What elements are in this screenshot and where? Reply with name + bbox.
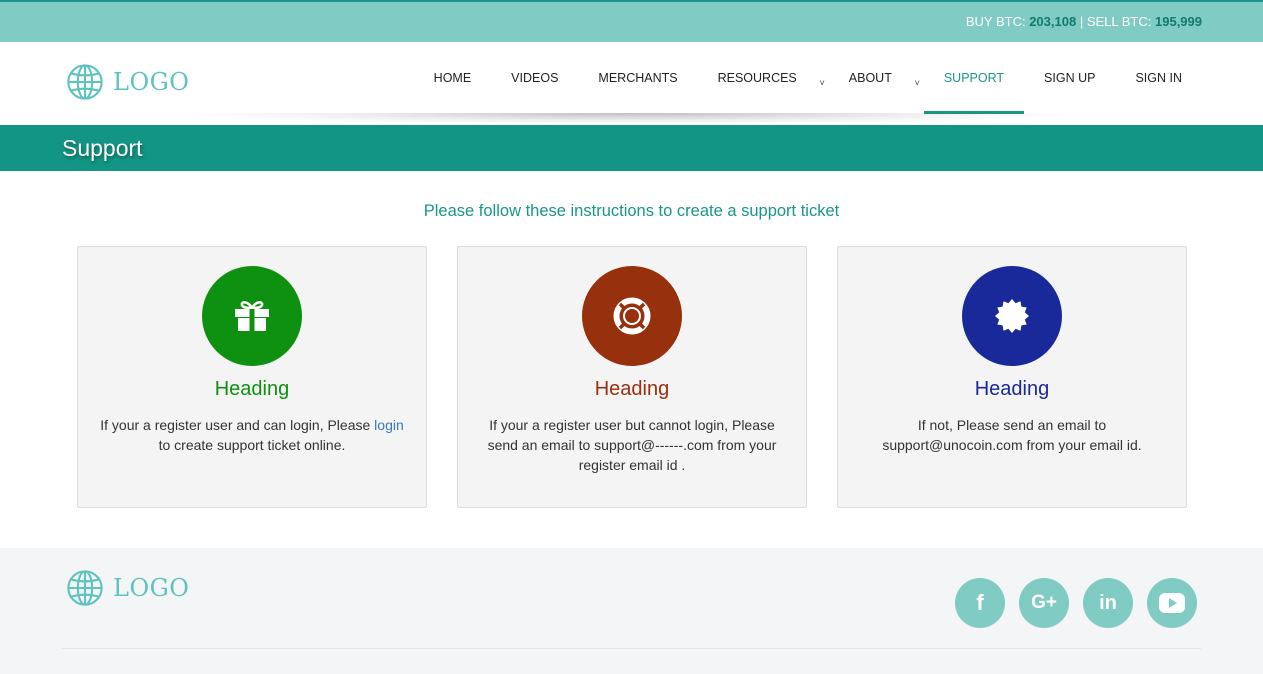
nav-sign-in[interactable]: SIGN IN: [1115, 42, 1202, 114]
login-link[interactable]: login: [374, 417, 404, 433]
footer-logo[interactable]: LOGO: [66, 569, 189, 607]
buy-btc-value: 203,108: [1029, 14, 1077, 29]
google-plus-button[interactable]: G+: [1019, 578, 1069, 628]
card-text: If your a register user and can login, P…: [93, 415, 411, 455]
buy-btc-label: BUY BTC:: [965, 14, 1026, 29]
card-text-part: to create support ticket online.: [158, 437, 346, 453]
nav-videos-label: VIDEOS: [511, 71, 559, 85]
nav-support[interactable]: SUPPORT: [923, 42, 1025, 114]
card-heading: Heading: [594, 378, 670, 400]
google-plus-icon: G+: [1031, 592, 1057, 613]
youtube-button[interactable]: [1147, 578, 1197, 628]
support-card-email: Heading If your a register user but cann…: [457, 246, 807, 508]
chevron-down-icon: ˅: [819, 78, 825, 88]
card-text: If your a register user but cannot login…: [487, 417, 777, 473]
card-icon-circle: [202, 266, 302, 366]
card-text-part: If your a register user and can login, P…: [100, 417, 375, 433]
sell-btc-label: SELL BTC:: [1086, 14, 1152, 29]
page-title: Support: [62, 135, 143, 161]
nav-resources-label: RESOURCES: [717, 71, 797, 85]
nav-home-label: HOME: [433, 71, 472, 85]
nav-sign-up[interactable]: SIGN UP: [1024, 42, 1115, 114]
instructions-heading: Please follow these instructions to crea…: [423, 202, 840, 220]
card-icon-circle: [582, 266, 682, 366]
nav-merchants[interactable]: MERCHANTS: [578, 42, 697, 114]
nav-about[interactable]: ABOUT ˅: [829, 42, 924, 114]
youtube-icon: [1159, 593, 1185, 613]
facebook-button[interactable]: f: [955, 578, 1005, 628]
footer-divider: [62, 648, 1201, 649]
nav-support-label: SUPPORT: [943, 71, 1005, 85]
card-text: If not, Please send an email to support@…: [882, 417, 1142, 453]
nav-home[interactable]: HOME: [414, 42, 492, 114]
globe-icon: [67, 64, 103, 100]
linkedin-button[interactable]: in: [1083, 578, 1133, 628]
footer: LOGO f G+ in: [0, 548, 1263, 674]
nav-sign-up-label: SIGN UP: [1044, 71, 1096, 85]
card-heading: Heading: [214, 378, 290, 400]
nav-merchants-label: MERCHANTS: [598, 71, 678, 85]
price-separator: |: [1079, 14, 1084, 29]
sell-btc-value: 195,999: [1155, 14, 1202, 29]
btc-prices: BUY BTC: 203,108 | SELL BTC: 195,999: [966, 14, 1202, 29]
nav-videos[interactable]: VIDEOS: [491, 42, 578, 114]
gift-icon: [235, 301, 269, 331]
support-card-login: Heading If your a register user and can …: [77, 246, 427, 508]
globe-icon: [67, 570, 103, 606]
main-nav: HOME VIDEOS MERCHANTS RESOURCES ˅ ABOUT ˅ …: [414, 42, 1202, 114]
top-bar: BUY BTC: 203,108 | SELL BTC: 195,999: [0, 0, 1263, 42]
life-ring-icon: [613, 297, 651, 335]
certificate-icon: [995, 299, 1029, 333]
nav-about-label: ABOUT: [848, 71, 892, 85]
chevron-down-icon: ˅: [914, 78, 920, 88]
page-title-bar: Support: [0, 125, 1263, 171]
support-card-no-account: Heading If not, Please send an email to …: [837, 246, 1187, 508]
logo-text: LOGO: [113, 68, 190, 96]
logo-text: LOGO: [113, 574, 190, 602]
card-icon-circle: [962, 266, 1062, 366]
nav-resources[interactable]: RESOURCES ˅: [698, 42, 829, 114]
nav-sign-in-label: SIGN IN: [1135, 71, 1182, 85]
card-heading: Heading: [974, 378, 1050, 400]
linkedin-icon: in: [1099, 591, 1117, 614]
header-logo[interactable]: LOGO: [66, 63, 189, 101]
facebook-icon: f: [976, 590, 984, 615]
header-shadow-divider: [170, 113, 1090, 125]
